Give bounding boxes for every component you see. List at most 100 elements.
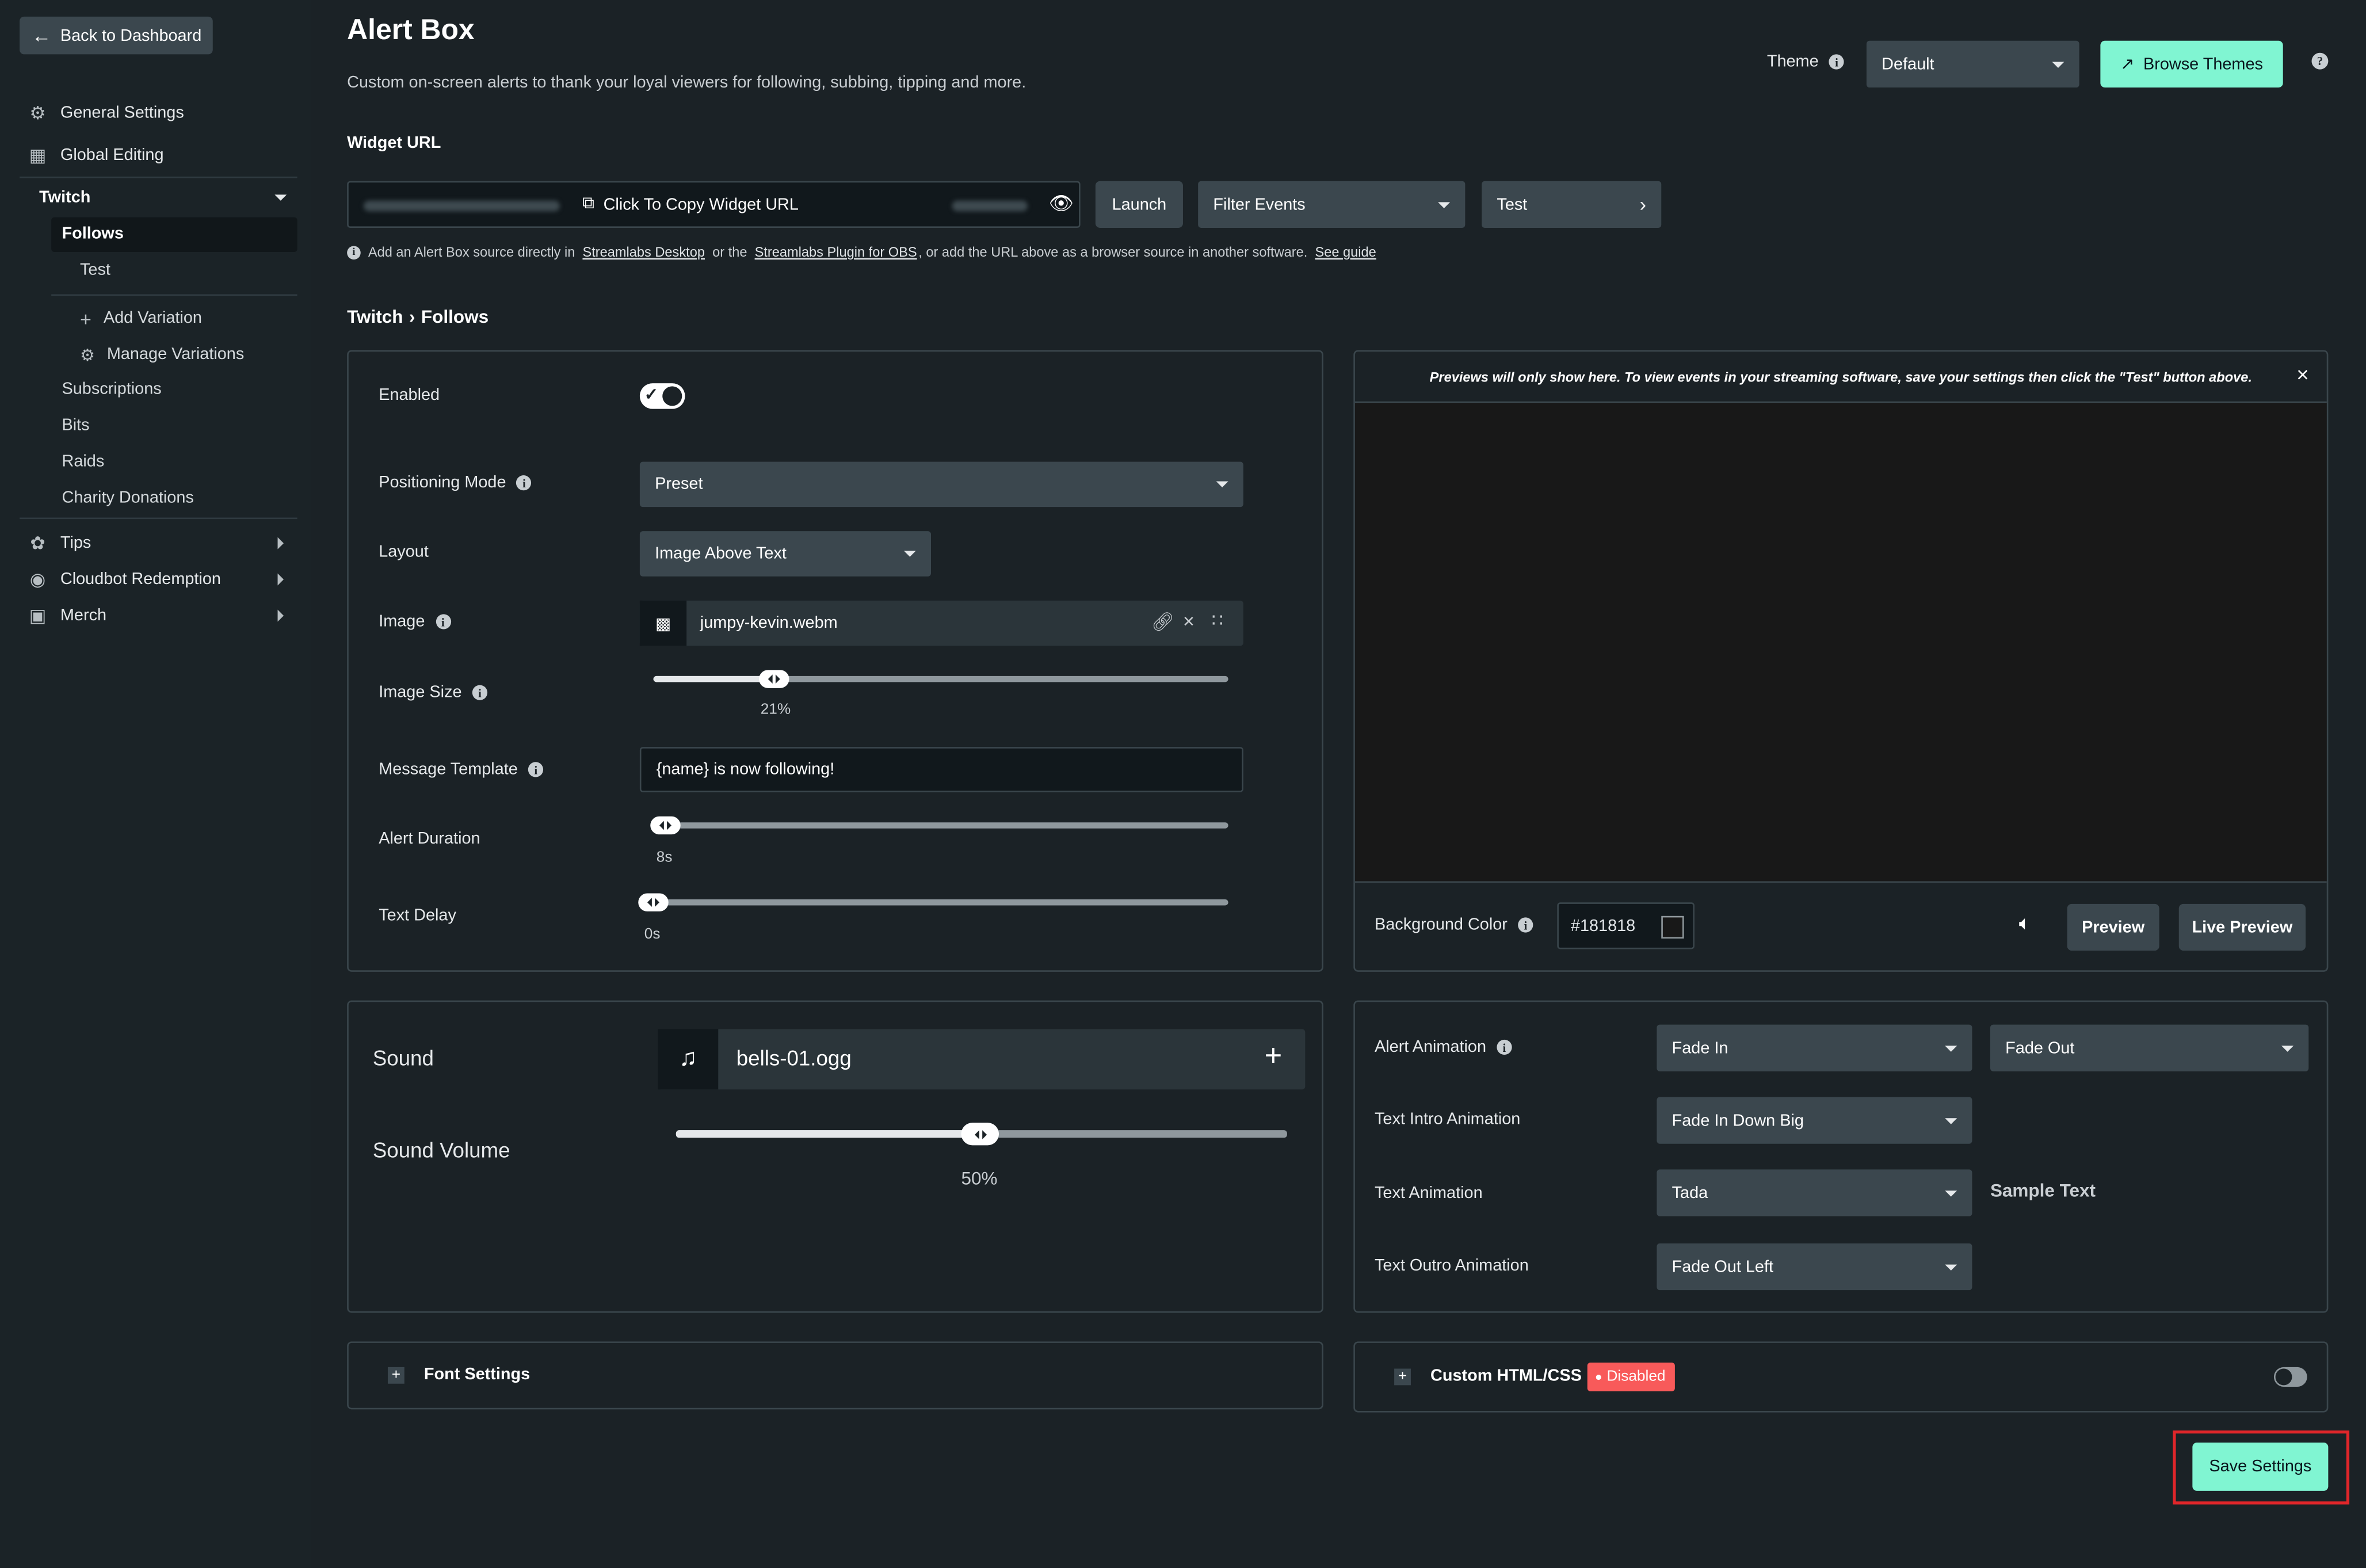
image-file-name: jumpy-kevin.webm — [700, 614, 838, 632]
sidebar-item-test[interactable]: Test — [80, 257, 110, 284]
sidebar-item-raids[interactable]: Raids — [62, 448, 105, 475]
theme-select[interactable]: Default — [1866, 40, 2079, 88]
info-icon[interactable]: i — [1829, 54, 1845, 70]
alert-animation-label: Alert Animation — [1375, 1038, 1487, 1056]
alert-animation-in-value: Fade In — [1672, 1039, 1728, 1057]
alert-duration-slider-track[interactable] — [653, 822, 1228, 829]
help-icon[interactable]: ? — [2311, 52, 2329, 70]
alert-animation-label-group: Alert Animation i — [1375, 1038, 1512, 1056]
sound-file-field[interactable]: ♫ bells-01.ogg + — [658, 1029, 1306, 1090]
cloudbot-icon: ◉ — [29, 569, 46, 590]
add-variation-button[interactable]: + Add Variation — [80, 305, 202, 332]
help-text-1: Add an Alert Box source directly in — [368, 244, 575, 260]
filter-events-label: Filter Events — [1213, 195, 1306, 214]
preview-button[interactable]: Preview — [2067, 903, 2159, 951]
close-icon[interactable]: × — [2296, 362, 2308, 386]
chevron-down-icon — [903, 551, 916, 557]
sound-volume-slider-fill — [676, 1130, 981, 1138]
alert-duration-value: 8s — [656, 849, 673, 867]
sample-text: Sample Text — [1990, 1180, 2096, 1201]
gallery-grid-icon[interactable]: ∷ — [1212, 609, 1223, 631]
image-size-slider-track[interactable] — [653, 676, 1228, 682]
sidebar-item-tips[interactable]: ✿ Tips — [27, 529, 284, 556]
text-outro-animation-select[interactable]: Fade Out Left — [1657, 1243, 1972, 1291]
sound-label: Sound — [372, 1046, 434, 1070]
manage-variations-label: Manage Variations — [106, 345, 245, 364]
positioning-mode-select[interactable]: Preset — [639, 461, 1243, 508]
sidebar-item-twitch[interactable]: Twitch — [39, 184, 287, 211]
info-icon[interactable]: i — [516, 475, 532, 491]
back-to-dashboard-label: Back to Dashboard — [60, 26, 202, 45]
see-guide-link[interactable]: See guide — [1315, 245, 1376, 260]
sidebar-item-global-editing[interactable]: ▦ Global Editing — [27, 142, 164, 169]
custom-html-css-panel[interactable]: + Custom HTML/CSS ● Disabled — [1353, 1341, 2329, 1413]
page-title: Alert Box — [347, 15, 475, 47]
streamlabs-desktop-link[interactable]: Streamlabs Desktop — [582, 245, 705, 260]
grid-icon: ▦ — [29, 144, 47, 166]
sidebar-item-merch[interactable]: ▣ Merch — [27, 602, 284, 629]
shirt-icon: ▣ — [29, 605, 47, 627]
filter-events-select[interactable]: Filter Events — [1198, 181, 1466, 228]
alert-animation-out-select[interactable]: Fade Out — [1990, 1024, 2309, 1071]
streamlabs-obs-plugin-link[interactable]: Streamlabs Plugin for OBS — [755, 245, 917, 260]
info-icon[interactable]: i — [1518, 917, 1533, 933]
sidebar-item-cloudbot-redemption[interactable]: ◉ Cloudbot Redemption — [27, 566, 284, 593]
expand-plus-icon[interactable]: + — [1394, 1368, 1411, 1386]
chevron-down-icon — [2281, 1045, 2294, 1051]
layout-select[interactable]: Image Above Text — [639, 531, 932, 577]
eye-icon[interactable]: 👁︎ — [1049, 192, 1074, 216]
alert-animation-in-select[interactable]: Fade In — [1657, 1024, 1972, 1071]
toggle-knob — [2275, 1368, 2292, 1386]
divider — [20, 517, 297, 520]
alert-duration-slider-handle[interactable] — [650, 816, 681, 835]
browse-themes-button[interactable]: ↗ Browse Themes — [2100, 40, 2283, 88]
background-color-label: Background Color — [1375, 915, 1508, 934]
info-icon[interactable]: i — [472, 685, 488, 700]
manage-variations-button[interactable]: ⚙ Manage Variations — [80, 341, 244, 368]
save-settings-button[interactable]: Save Settings — [2192, 1443, 2329, 1491]
status-badge-label: Disabled — [1606, 1368, 1666, 1386]
chevron-right-icon: › — [1639, 193, 1647, 216]
image-label: Image — [379, 612, 425, 631]
text-intro-animation-select[interactable]: Fade In Down Big — [1657, 1097, 1972, 1144]
message-template-label-group: Message Template i — [379, 761, 544, 779]
test-button[interactable]: Test › — [1482, 181, 1662, 228]
widget-url-label: Widget URL — [347, 134, 441, 152]
back-to-dashboard-button[interactable]: ← Back to Dashboard — [20, 16, 213, 55]
custom-html-css-label: Custom HTML/CSS — [1430, 1367, 1582, 1386]
message-template-input[interactable]: {name} is now following! — [639, 747, 1243, 792]
launch-button[interactable]: Launch — [1095, 181, 1183, 228]
image-size-slider-handle[interactable] — [759, 670, 789, 688]
color-swatch[interactable] — [1661, 915, 1684, 939]
text-animation-select[interactable]: Tada — [1657, 1169, 1972, 1216]
sidebar-item-bits[interactable]: Bits — [62, 412, 90, 439]
volume-icon[interactable]: 🔈︎ — [2019, 911, 2031, 936]
external-link-icon: ↗ — [2120, 56, 2135, 74]
info-icon[interactable]: i — [435, 614, 451, 630]
close-icon[interactable]: × — [1183, 609, 1195, 632]
background-color-input[interactable]: #181818 — [1557, 902, 1695, 949]
text-delay-slider-track[interactable] — [653, 899, 1228, 906]
page-subtitle: Custom on-screen alerts to thank your lo… — [347, 74, 1026, 92]
sound-volume-slider-handle[interactable] — [961, 1123, 999, 1146]
layout-value: Image Above Text — [655, 544, 787, 563]
link-icon[interactable]: 🔗︎ — [1151, 611, 1174, 632]
font-settings-panel[interactable]: + Font Settings — [347, 1341, 1323, 1410]
text-delay-slider-handle[interactable] — [638, 893, 669, 911]
enabled-toggle[interactable]: ✓ — [639, 383, 685, 409]
image-file-field[interactable]: ▩ jumpy-kevin.webm 🔗︎ × ∷ — [639, 600, 1243, 646]
custom-html-css-toggle[interactable] — [2273, 1367, 2307, 1387]
info-icon[interactable]: i — [1497, 1039, 1512, 1055]
sidebar-item-label: Cloudbot Redemption — [60, 570, 221, 589]
sidebar-item-charity-donations[interactable]: Charity Donations — [62, 484, 194, 512]
sidebar-item-subscriptions[interactable]: Subscriptions — [62, 376, 162, 403]
info-icon[interactable]: i — [528, 762, 544, 777]
copy-widget-url-button[interactable]: ⧉ Click To Copy Widget URL — [582, 194, 799, 214]
plus-icon[interactable]: + — [1265, 1040, 1283, 1074]
live-preview-button[interactable]: Live Preview — [2178, 903, 2306, 951]
sidebar-item-general-settings[interactable]: ⚙ General Settings — [27, 100, 184, 127]
widget-url-field[interactable]: ⧉ Click To Copy Widget URL 👁︎ — [347, 181, 1081, 228]
browse-themes-label: Browse Themes — [2143, 55, 2263, 74]
expand-plus-icon[interactable]: + — [387, 1367, 404, 1384]
breadcrumb-twitch[interactable]: Twitch — [347, 306, 403, 327]
